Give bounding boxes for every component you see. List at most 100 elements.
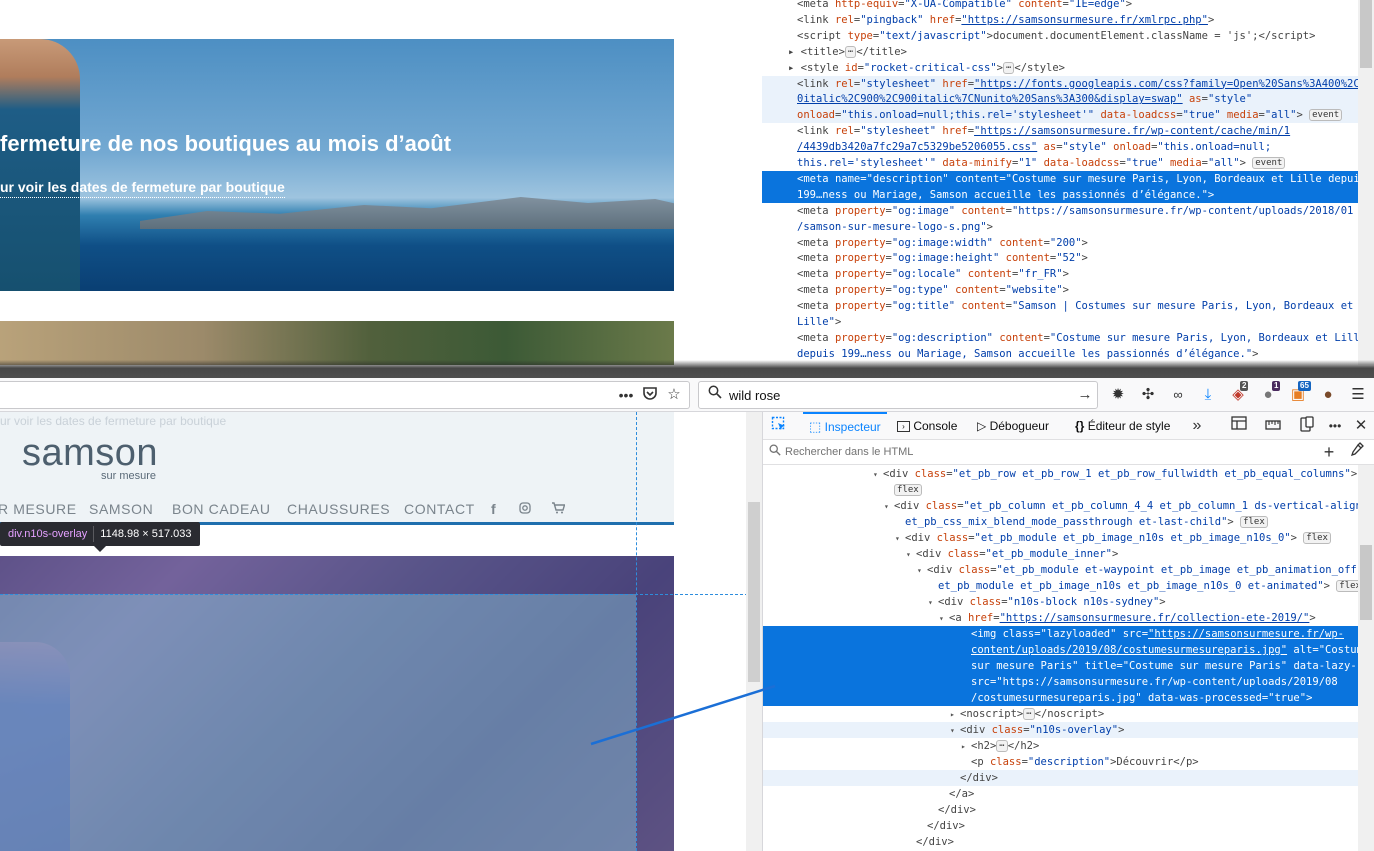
tab-editeur-de-style[interactable]: {} Éditeur de style [1075,412,1170,440]
page-viewport-bottom: ur voir les dates de fermeture par bouti… [0,412,748,851]
markup-line[interactable]: this.rel='stylesheet'" data-minify="1" d… [762,155,1360,171]
nav-item-bon-cadeau[interactable]: BON CADEAU [172,501,271,517]
frame-picker-icon[interactable] [1229,416,1249,436]
markup-line[interactable]: /4439db3420a7fc29a7c5329be5206055.css" a… [762,139,1360,155]
markup-line[interactable]: </div> [763,802,1359,818]
markup-line[interactable]: </div> [763,834,1359,850]
tab-inspecteur[interactable]: ⬚ Inspecteur [803,412,887,440]
instagram-icon[interactable] [519,501,531,517]
markup-line[interactable]: onload="this.onload=null;this.rel='style… [762,107,1360,124]
markup-line[interactable]: <meta property="og:image:height" content… [762,250,1360,266]
devtools-options-icon[interactable]: ••• [1325,416,1345,436]
markup-line[interactable]: et_pb_css_mix_blend_mode_passthrough et-… [763,514,1359,530]
markup-line[interactable]: <meta property="og:description" content=… [762,330,1360,346]
mask-icon[interactable]: ∞ [1168,385,1188,405]
markup-line[interactable]: ▾ <div class="n10s-overlay"> [763,722,1359,738]
markup-line[interactable]: <meta property="og:locale" content="fr_F… [762,266,1360,282]
debugger-icon: ▷ [977,419,987,433]
nav-item-sur-mesure[interactable]: R MESURE [0,501,77,517]
markup-line[interactable]: src="https://samsonsurmesure.fr/wp-conte… [763,674,1359,690]
search-go-arrow-icon[interactable]: → [1075,385,1095,405]
markup-line[interactable]: sur mesure Paris" title="Costume sur mes… [763,658,1359,674]
second-banner-image[interactable] [0,321,674,365]
banner-link[interactable]: ur voir les dates de fermeture par bouti… [0,179,285,198]
markup-line[interactable]: ▾ <div class="n10s-block n10s-sydney"> [763,594,1359,610]
markup-line[interactable]: Lille"> [762,314,1360,330]
markup-line[interactable]: content/uploads/2019/08/costumesurmesure… [763,642,1359,658]
markup-line[interactable]: ▸ <noscript> ⋯ </noscript> [763,706,1359,722]
markup-line[interactable]: <meta property="og:image" content="https… [762,203,1360,219]
markup-line[interactable]: <meta http-equiv="X-UA-Compatible" conte… [762,0,1360,12]
markup-line[interactable]: ▾ <div class="et_pb_column et_pb_column_4… [763,498,1359,514]
inspector-guide-horizontal [0,594,748,595]
markup-line[interactable]: et_pb_module et_pb_image_n10s et_pb_imag… [763,578,1359,594]
browser-toolbar: ••• ☆ wild rose → ✹ ✣ ∞ ⤓ ◈ 2 ● 1 ▣ 65 ●… [0,378,1374,412]
search-input[interactable]: wild rose [729,388,780,403]
close-icon[interactable]: ✕ [1351,416,1371,436]
markup-line[interactable]: ▾ <div class="et_pb_row et_pb_row_1 et_pb… [763,466,1359,482]
nav-item-chaussures[interactable]: CHAUSSURES [287,501,390,517]
markup-line[interactable]: <link rel="stylesheet" href="https://sam… [762,123,1360,139]
markup-scroll-thumb[interactable] [1360,545,1372,620]
markup-line[interactable]: ▾ <a href="https://samsonsurmesure.fr/col… [763,610,1359,626]
ruler-icon[interactable] [1263,416,1283,436]
markup-line[interactable]: ▸ <title> ⋯ </title> [762,44,1360,60]
cart-icon[interactable] [552,501,566,517]
gear-sun-icon[interactable]: ✹ [1108,385,1128,405]
markup-line[interactable]: /costumesurmesureparis.jpg" data-was-pro… [763,690,1359,706]
pocket-icon[interactable] [640,385,660,405]
menu-hamburger-icon[interactable]: ☰ [1348,385,1368,405]
markup-line[interactable]: <img class="lazyloaded" src="https://sam… [763,626,1359,642]
tab-console[interactable]: › Console [897,412,957,440]
markup-line[interactable]: </a> [763,786,1359,802]
markup-line[interactable]: <meta name="description" content="Costum… [762,170,1360,187]
markup-line[interactable]: </div> [763,818,1359,834]
extensions-puzzle-icon[interactable]: ✣ [1138,385,1158,405]
nav-item-contact[interactable]: CONTACT [404,501,475,517]
url-bar[interactable]: ••• ☆ [0,381,690,409]
site-logo[interactable]: samson [22,432,158,475]
responsive-design-icon[interactable] [1297,416,1317,436]
markup-line[interactable]: 0italic%2C900%2C900italic%7CNunito%20San… [762,91,1360,108]
markup-line[interactable]: /samson-sur-mesure-logo-s.png"> [762,219,1360,235]
eyedropper-icon[interactable] [1347,442,1367,462]
markup-line[interactable]: <meta property="og:type" content="websit… [762,282,1360,298]
markup-line[interactable]: ▾ <div class="et_pb_module_inner"> [763,546,1359,562]
inspector-element-tooltip: div.n10s-overlay 1148.98 × 517.033 [0,522,200,546]
markup-line[interactable]: flex [763,482,1359,498]
devtools-head-markup: <meta http-equiv="X-UA-Compatible" conte… [762,0,1374,365]
more-actions-icon[interactable]: ••• [616,385,636,405]
markup-line[interactable]: <p class="description">Découvrir</p> [763,754,1359,770]
page-scroll-thumb[interactable] [748,502,760,682]
html-search-bar[interactable]: Rechercher dans le HTML + [763,441,1374,465]
banner-title: fermeture de nos boutiques au mois d’aoû… [0,131,452,156]
markup-line[interactable]: <script type="text/javascript">document.… [762,28,1360,44]
element-picker-icon[interactable] [769,416,789,436]
cookie-icon[interactable]: ● [1318,385,1338,405]
add-node-icon[interactable]: + [1319,442,1339,462]
markup-line[interactable]: <link rel="stylesheet" href="https://fon… [762,75,1360,92]
markup-line[interactable]: ▾ <div class="et_pb_module et-waypoint et… [763,562,1359,578]
more-tabs-chevron-icon[interactable]: » [1187,416,1207,436]
markup-line[interactable]: ▸ <style id="rocket-critical-css"> ⋯ </sty… [762,60,1360,76]
markup-line[interactable]: ▸ <h2> ⋯ </h2> [763,738,1359,754]
html-search-input[interactable]: Rechercher dans le HTML [785,446,913,458]
markup-line[interactable]: <link rel="pingback" href="https://samso… [762,12,1360,28]
html-search-icon [765,442,785,462]
expand-toggle-icon: ▾ [917,566,922,575]
expand-toggle-icon: ▾ [928,598,933,607]
bookmark-star-icon[interactable]: ☆ [664,385,684,405]
markup-line[interactable]: <meta property="og:image:width" content=… [762,235,1360,251]
facebook-icon[interactable]: f [491,501,496,517]
markup-line[interactable]: 199…ness ou Mariage, Samson accueille le… [762,186,1360,203]
markup-line[interactable]: <meta property="og:title" content="Samso… [762,298,1360,314]
search-bar[interactable]: wild rose → [698,381,1098,409]
devtools-top-scroll-thumb[interactable] [1360,0,1372,68]
tab-debogueur[interactable]: ▷ Débogueur [977,412,1049,440]
download-icon[interactable]: ⤓ [1198,385,1218,405]
markup-line[interactable]: ▾ <div class="et_pb_module et_pb_image_n1… [763,530,1359,546]
markup-line[interactable]: </div> [763,770,1359,786]
markup-scrollbar[interactable] [1358,465,1374,851]
nav-item-samson[interactable]: SAMSON [89,501,153,517]
closure-banner[interactable]: fermeture de nos boutiques au mois d’aoû… [0,39,674,291]
